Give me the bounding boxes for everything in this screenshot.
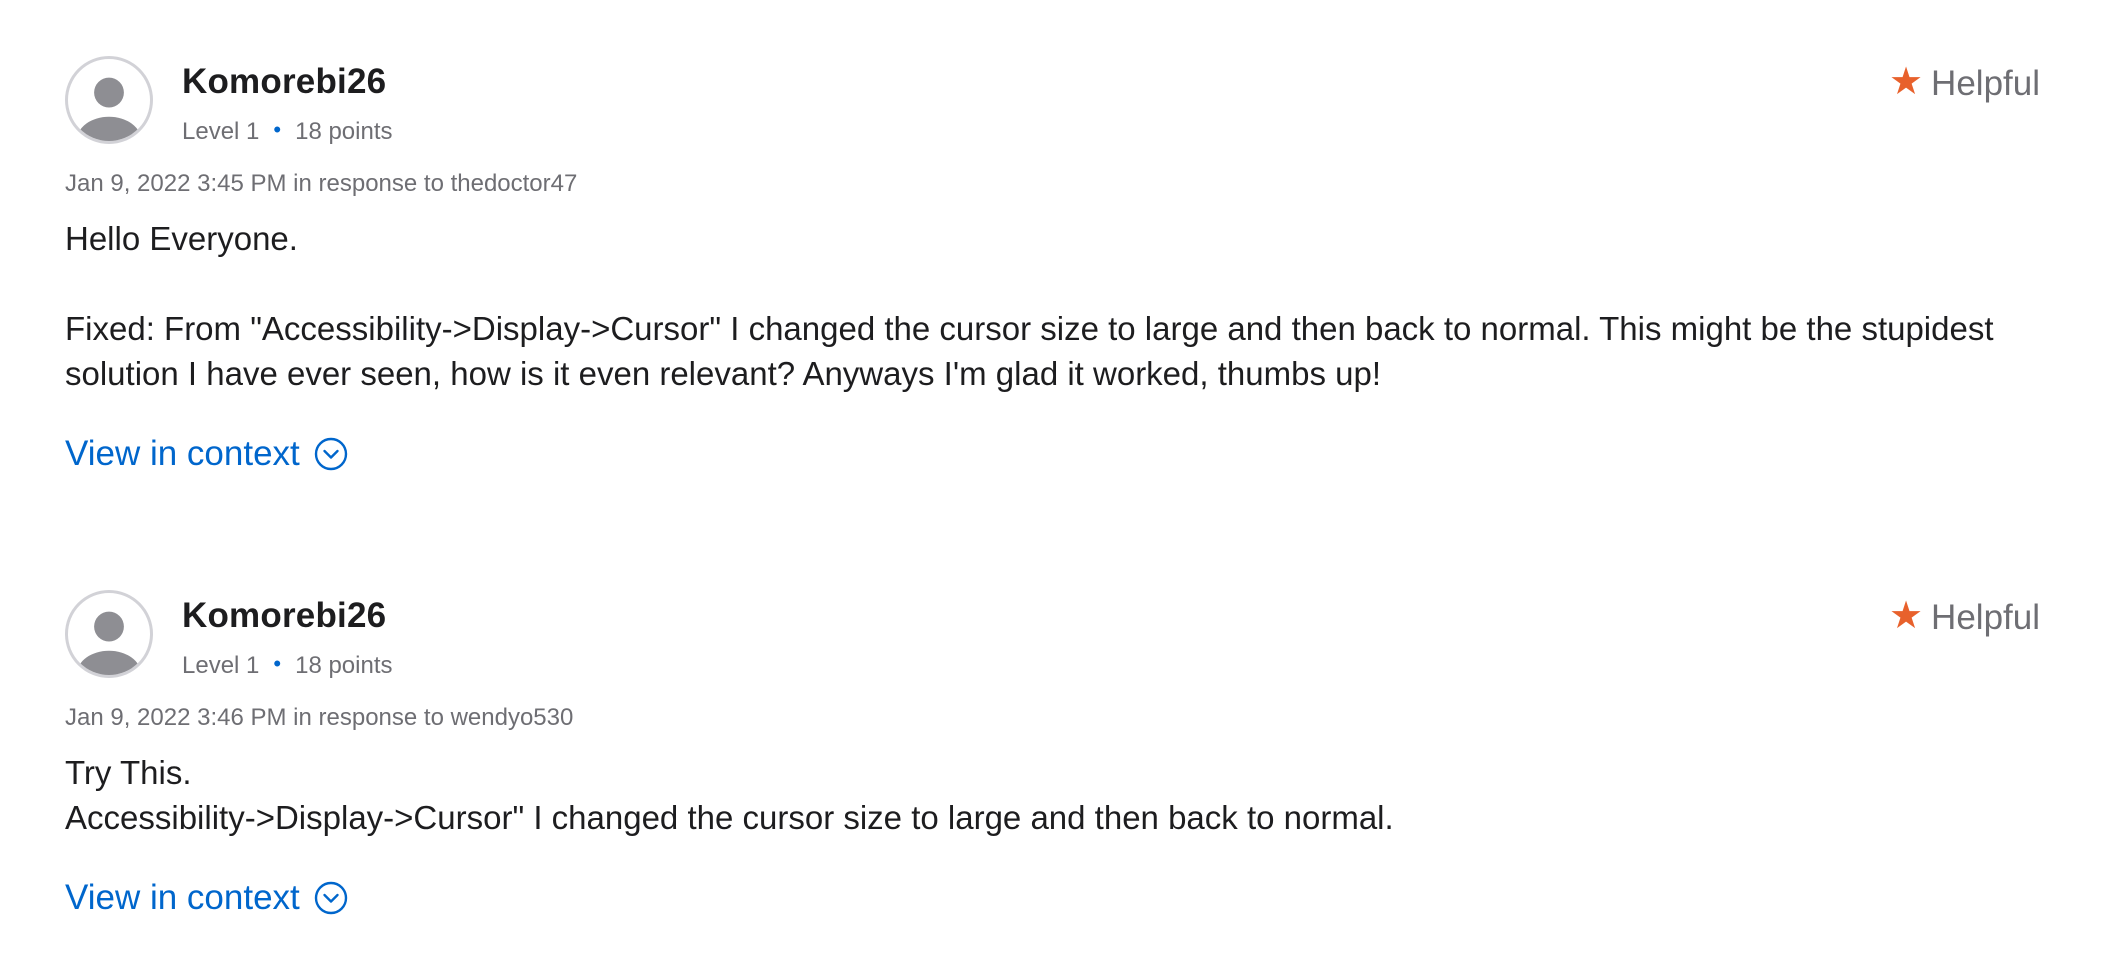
helpful-button[interactable]: ★ Helpful: [1888, 595, 2040, 638]
post-date: Jan 9, 2022 3:46 PM in response to wendy…: [65, 704, 574, 731]
author-name[interactable]: Komorebi26: [182, 62, 386, 102]
user-avatar-icon: [77, 77, 141, 141]
post-body-line: Hello Everyone.: [65, 220, 298, 257]
author-name[interactable]: Komorebi26: [182, 596, 386, 636]
chevron-down-circle-icon: [314, 881, 347, 915]
post-body-line: Accessibility->Display->Cursor" I change…: [65, 799, 1394, 836]
author-level: Level 1: [182, 652, 260, 679]
post-body: Try This. Accessibility->Display->Cursor…: [65, 750, 2040, 840]
view-in-context-link[interactable]: View in context: [65, 434, 348, 474]
chevron-down-circle-icon: [314, 437, 347, 471]
user-avatar-icon: [77, 611, 141, 675]
separator-dot: •: [273, 117, 282, 142]
post: Komorebi26 Level 1 • 18 points ★ Helpful J…: [65, 56, 2040, 474]
view-in-context-label: View in context: [65, 878, 300, 917]
post-date: Jan 9, 2022 3:45 PM in response to thedo…: [65, 170, 578, 197]
star-icon: ★: [1888, 595, 1924, 637]
helpful-label: Helpful: [1931, 64, 2040, 103]
post-body-line: Try This.: [65, 754, 192, 791]
post: Komorebi26 Level 1 • 18 points ★ Helpful J…: [65, 590, 2040, 918]
post-body: Hello Everyone. Fixed: From "Accessibili…: [65, 216, 2040, 396]
helpful-button[interactable]: ★ Helpful: [1888, 61, 2040, 104]
avatar[interactable]: [65, 56, 153, 144]
avatar[interactable]: [65, 590, 153, 678]
view-in-context-link[interactable]: View in context: [65, 878, 348, 918]
author-points: 18 points: [295, 652, 393, 679]
author-meta: Level 1 • 18 points: [182, 117, 393, 146]
author-meta: Level 1 • 18 points: [182, 651, 393, 680]
author-row: Komorebi26 Level 1 • 18 points ★ Helpful: [65, 56, 2040, 152]
star-icon: ★: [1888, 61, 1924, 103]
post-body-line: Fixed: From "Accessibility->Display->Cur…: [65, 310, 1994, 392]
helpful-label: Helpful: [1931, 598, 2040, 637]
author-row: Komorebi26 Level 1 • 18 points ★ Helpful: [65, 590, 2040, 686]
view-in-context-label: View in context: [65, 434, 300, 473]
author-level: Level 1: [182, 118, 260, 145]
separator-dot: •: [273, 651, 282, 676]
author-points: 18 points: [295, 118, 393, 145]
